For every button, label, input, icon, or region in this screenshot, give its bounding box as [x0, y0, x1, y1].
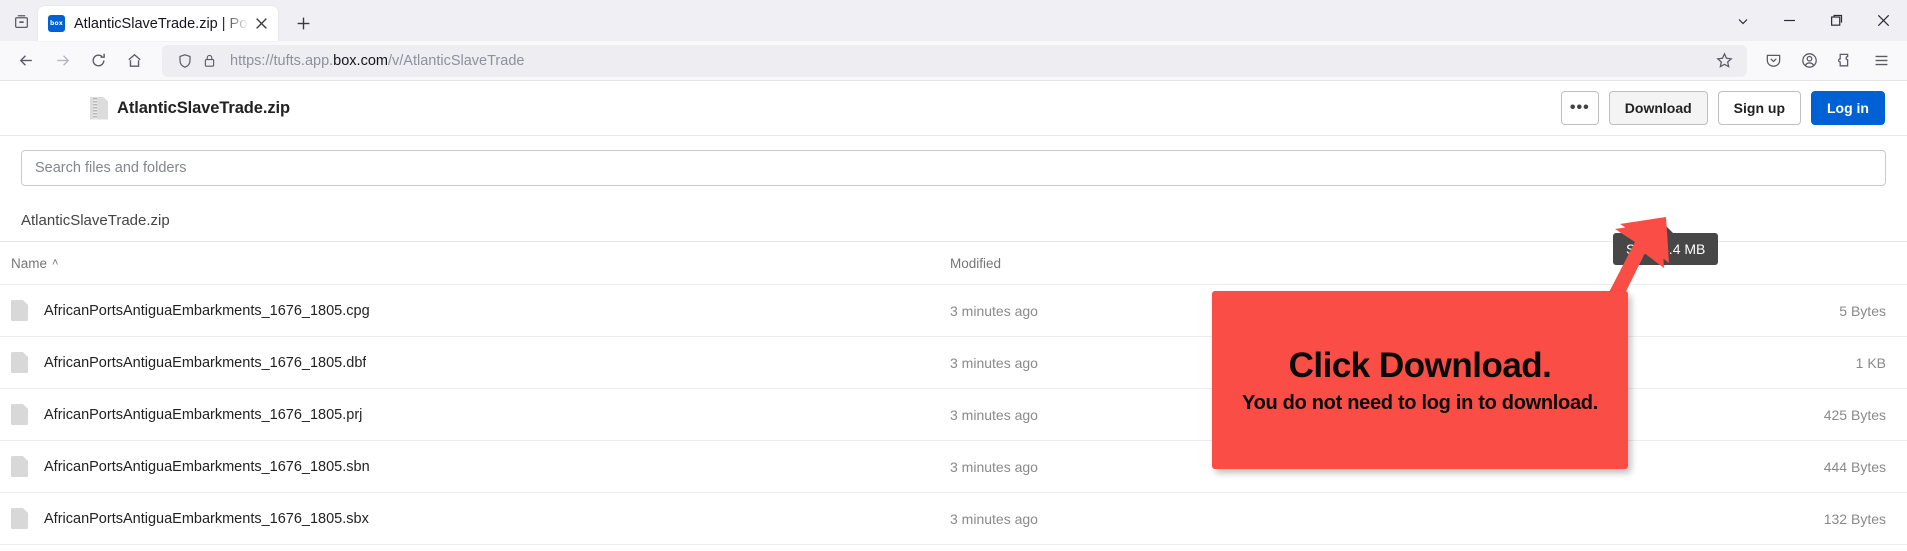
file-name-cell[interactable]: AfricanPortsAntiguaEmbarkments_1676_1805… — [11, 300, 950, 321]
file-size-cell: 1 KB — [1580, 355, 1886, 371]
box-favicon-icon: box — [48, 15, 65, 32]
download-button[interactable]: Download — [1609, 91, 1708, 125]
log-in-button[interactable]: Log in — [1811, 91, 1885, 125]
page-title: AtlanticSlaveTrade.zip — [117, 99, 290, 118]
file-icon — [11, 404, 28, 425]
header-actions: ••• Download Sign up Log in — [1561, 91, 1885, 125]
table-header-row: Name ˄ Modified — [0, 242, 1907, 285]
sign-up-button[interactable]: Sign up — [1718, 91, 1801, 125]
lock-icon[interactable] — [198, 50, 220, 72]
close-tab-icon[interactable] — [250, 13, 272, 35]
file-size-cell: 5 Bytes — [1580, 303, 1886, 319]
file-name-label: AfricanPortsAntiguaEmbarkments_1676_1805… — [44, 407, 362, 423]
home-icon[interactable] — [116, 45, 152, 77]
table-row[interactable]: AfricanPortsAntiguaEmbarkments_1676_1805… — [0, 389, 1907, 441]
file-name-cell[interactable]: AfricanPortsAntiguaEmbarkments_1676_1805… — [11, 352, 950, 373]
more-options-button[interactable]: ••• — [1561, 91, 1599, 125]
search-row — [0, 136, 1907, 199]
extensions-icon[interactable] — [1827, 45, 1863, 77]
file-modified-cell: 3 minutes ago — [950, 407, 1580, 423]
file-size-cell: 132 Bytes — [1580, 511, 1886, 527]
list-all-tabs-icon[interactable] — [4, 4, 38, 38]
search-input[interactable] — [21, 150, 1886, 186]
browser-toolbar-icons — [1755, 45, 1899, 77]
file-modified-cell: 3 minutes ago — [950, 303, 1580, 319]
file-modified-cell: 3 minutes ago — [950, 511, 1580, 527]
navigation-toolbar: https://tufts.app.box.com/v/AtlanticSlav… — [0, 41, 1907, 81]
file-name-cell[interactable]: AfricanPortsAntiguaEmbarkments_1676_1805… — [11, 508, 950, 529]
file-name-label: AfricanPortsAntiguaEmbarkments_1676_1805… — [44, 303, 370, 319]
column-header-modified[interactable]: Modified — [950, 256, 1580, 271]
zip-file-icon — [90, 97, 108, 120]
pocket-icon[interactable] — [1755, 45, 1791, 77]
app-menu-icon[interactable] — [1863, 45, 1899, 77]
new-tab-button[interactable] — [286, 6, 320, 40]
file-name-cell[interactable]: AfricanPortsAntiguaEmbarkments_1676_1805… — [11, 456, 950, 477]
file-size-cell: 444 Bytes — [1580, 459, 1886, 475]
table-row[interactable]: AfricanPortsAntiguaEmbarkments_1676_1805… — [0, 337, 1907, 389]
forward-arrow-icon[interactable] — [44, 45, 80, 77]
browser-window: box AtlanticSlaveTrade.zip | Powered by … — [0, 0, 1907, 551]
chevron-down-icon[interactable] — [1719, 0, 1766, 41]
table-body: AfricanPortsAntiguaEmbarkments_1676_1805… — [0, 285, 1907, 545]
reload-icon[interactable] — [80, 45, 116, 77]
file-icon — [11, 508, 28, 529]
file-icon — [11, 456, 28, 477]
breadcrumb-item-root[interactable]: AtlanticSlaveTrade.zip — [21, 212, 170, 229]
window-controls — [1719, 0, 1907, 41]
sort-ascending-icon: ˄ — [52, 257, 58, 269]
file-name-cell[interactable]: AfricanPortsAntiguaEmbarkments_1676_1805… — [11, 404, 950, 425]
column-header-name-label: Name — [11, 256, 47, 271]
file-modified-cell: 3 minutes ago — [950, 459, 1580, 475]
tab-title: AtlanticSlaveTrade.zip | Powered by Box — [74, 16, 250, 32]
file-icon — [11, 300, 28, 321]
breadcrumb: AtlanticSlaveTrade.zip — [0, 199, 1907, 242]
close-window-icon[interactable] — [1860, 0, 1907, 41]
box-file-preview-app: AtlanticSlaveTrade.zip ••• Download Sign… — [0, 81, 1907, 551]
browser-tab[interactable]: box AtlanticSlaveTrade.zip | Powered by … — [38, 6, 278, 41]
table-row[interactable]: AfricanPortsAntiguaEmbarkments_1676_1805… — [0, 493, 1907, 545]
url-text: https://tufts.app.box.com/v/AtlanticSlav… — [222, 53, 1709, 69]
tab-strip: box AtlanticSlaveTrade.zip | Powered by … — [0, 0, 1907, 41]
url-bar[interactable]: https://tufts.app.box.com/v/AtlanticSlav… — [162, 45, 1747, 77]
file-name-label: AfricanPortsAntiguaEmbarkments_1676_1805… — [44, 511, 369, 527]
minimize-icon[interactable] — [1766, 0, 1813, 41]
file-size-cell: 425 Bytes — [1580, 407, 1886, 423]
file-table: Name ˄ Modified AfricanPortsAntiguaEmbar… — [0, 242, 1907, 545]
file-name-label: AfricanPortsAntiguaEmbarkments_1676_1805… — [44, 355, 366, 371]
table-row[interactable]: AfricanPortsAntiguaEmbarkments_1676_1805… — [0, 441, 1907, 493]
back-arrow-icon[interactable] — [8, 45, 44, 77]
favicon-label: box — [50, 21, 63, 27]
file-icon — [11, 352, 28, 373]
shield-icon[interactable] — [174, 50, 196, 72]
file-name-label: AfricanPortsAntiguaEmbarkments_1676_1805… — [44, 459, 370, 475]
file-modified-cell: 3 minutes ago — [950, 355, 1580, 371]
bookmark-star-icon[interactable] — [1709, 47, 1739, 75]
maximize-icon[interactable] — [1813, 0, 1860, 41]
account-icon[interactable] — [1791, 45, 1827, 77]
table-row[interactable]: AfricanPortsAntiguaEmbarkments_1676_1805… — [0, 285, 1907, 337]
column-header-name[interactable]: Name ˄ — [11, 256, 950, 271]
box-header: AtlanticSlaveTrade.zip ••• Download Sign… — [0, 81, 1907, 136]
